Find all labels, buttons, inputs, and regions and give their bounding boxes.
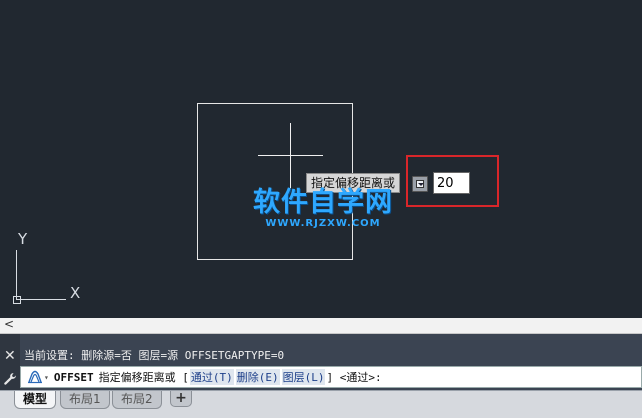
- command-prompt-text: 指定偏移距离或: [98, 371, 176, 384]
- chevron-left-icon[interactable]: <: [4, 317, 14, 331]
- option-erase[interactable]: 删除(E): [235, 369, 280, 385]
- dynamic-input-prompt: 指定偏移距离或: [306, 173, 401, 193]
- command-default-text: <通过>:: [339, 371, 382, 384]
- command-line-collapse-bar[interactable]: <: [0, 317, 642, 334]
- command-line-panel: < ✕ 当前设置: 删除源=否 图层=源 OFFSETGAPTYPE=0 ▾ O…: [0, 317, 642, 390]
- command-name: OFFSET: [53, 370, 94, 384]
- axis-x-label: X: [70, 284, 81, 302]
- drawing-canvas[interactable]: Y X 指定偏移距离或 软件自学网 WWW.RJZXW.COM: [0, 0, 642, 318]
- drawing-svg: [13, 103, 353, 304]
- axis-y-label: Y: [18, 230, 28, 248]
- command-input-line[interactable]: ▾ OFFSET 指定偏移距离或 [ 通过(T) 删除(E) 图层(L) ] <…: [20, 366, 642, 388]
- add-layout-button[interactable]: +: [170, 391, 192, 407]
- chevron-down-icon[interactable]: ▾: [44, 373, 49, 382]
- option-through[interactable]: 通过(T): [189, 369, 234, 385]
- tab-layout2[interactable]: 布局2: [112, 391, 162, 409]
- options-bracket-open: [: [182, 370, 189, 384]
- option-layer[interactable]: 图层(L): [281, 369, 326, 385]
- offset-command-icon[interactable]: [27, 370, 43, 384]
- tab-layout1[interactable]: 布局1: [60, 391, 110, 409]
- layout-tab-bar: 模型 布局1 布局2 +: [0, 390, 642, 418]
- highlight-annotation-box: [406, 155, 499, 207]
- tab-model[interactable]: 模型: [14, 391, 57, 409]
- close-icon[interactable]: ✕: [4, 348, 16, 364]
- options-bracket-close: ]: [326, 370, 334, 384]
- command-history-line: 当前设置: 删除源=否 图层=源 OFFSETGAPTYPE=0: [24, 349, 285, 362]
- wrench-icon[interactable]: [3, 372, 17, 386]
